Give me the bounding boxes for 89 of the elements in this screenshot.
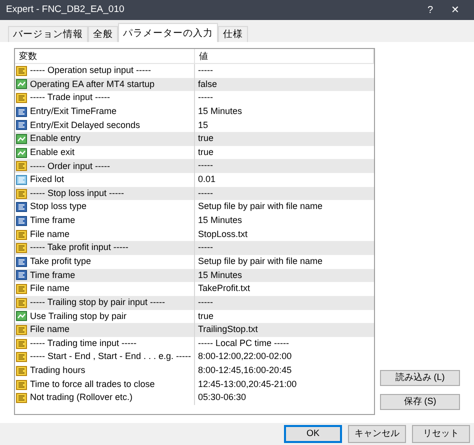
parameter-name: Time frame [30, 268, 76, 282]
string-type-icon [16, 66, 27, 76]
parameter-value[interactable]: ----- [198, 65, 213, 75]
parameter-name: ----- Order input ----- [30, 160, 110, 173]
parameter-value[interactable]: ----- [198, 296, 213, 307]
enum-type-icon [16, 270, 27, 280]
parameter-value[interactable]: 15 [198, 120, 208, 130]
parameter-name: Trading hours [30, 364, 86, 378]
parameter-name: ----- Stop loss input ----- [30, 186, 124, 200]
parameter-name: File name [30, 282, 70, 296]
parameter-name: Use Trailing stop by pair [30, 310, 127, 323]
parameter-value[interactable]: ----- [198, 92, 213, 102]
enum-type-icon [16, 106, 27, 117]
parameter-name: Time frame [30, 214, 76, 228]
window-title: Expert - FNC_DB2_EA_010 [6, 2, 126, 17]
dialog-button[interactable]: キャンセル [348, 425, 406, 443]
string-type-icon [16, 230, 27, 240]
tab[interactable]: 仕様 [218, 26, 248, 42]
parameter-name: ----- Start - End , Start - End . . . e.g. ----- [30, 350, 192, 364]
dialog-button[interactable]: OK [284, 425, 342, 443]
parameter-value[interactable]: ----- [198, 242, 213, 252]
parameter-name: ----- Trade input ----- [30, 91, 110, 104]
parameter-name: Time to force all trades to close [30, 378, 155, 391]
parameter-name: ----- Take profit input ----- [30, 241, 128, 254]
parameter-value[interactable]: true [198, 310, 214, 321]
string-type-icon [16, 161, 27, 172]
string-type-icon [16, 93, 27, 104]
parameter-value[interactable]: Setup file by pair with file name [198, 201, 323, 212]
string-type-icon [16, 243, 27, 254]
parameter-value[interactable]: ----- Local PC time ----- [198, 338, 289, 348]
enum-type-icon [16, 202, 27, 212]
string-type-icon [16, 393, 27, 404]
parameter-name: Entry/Exit Delayed seconds [30, 118, 140, 132]
bool-type-icon [16, 79, 27, 90]
parameter-value[interactable]: 8:00-12:45,16:00-20:45 [198, 365, 292, 376]
parameter-value[interactable]: 8:00-12:00,22:00-02:00 [198, 351, 292, 362]
string-type-icon [16, 366, 27, 376]
parameter-value[interactable]: ----- [198, 160, 213, 170]
tab[interactable]: バージョン情報 [8, 26, 88, 42]
dialog-button[interactable]: リセット [412, 425, 470, 443]
parameter-name: Take profit type [30, 254, 92, 268]
parameter-name: Fixed lot [30, 173, 64, 186]
column-header: 値 [195, 49, 374, 64]
parameter-value[interactable]: true [198, 133, 214, 144]
parameter-value[interactable]: 12:45-13:00,20:45-21:00 [198, 378, 297, 389]
bool-type-icon [16, 148, 27, 158]
parameter-name: File name [30, 228, 70, 241]
parameter-value[interactable]: 15 Minutes [198, 215, 242, 226]
load-button[interactable]: 読み込み (L) [380, 370, 460, 386]
tab[interactable]: 全般 [88, 26, 118, 42]
tab[interactable]: パラメーターの入力 [118, 23, 218, 42]
close-button[interactable]: ✕ [442, 2, 468, 18]
parameter-name: ----- Operation setup input ----- [30, 64, 152, 78]
column-header: 変数 [15, 49, 195, 64]
parameter-value[interactable]: 15 Minutes [198, 106, 242, 116]
parameter-value[interactable]: Setup file by pair with file name [198, 256, 323, 266]
parameter-value[interactable]: 15 Minutes [198, 270, 242, 280]
help-button[interactable]: ? [418, 2, 442, 18]
parameter-value[interactable]: StopLoss.txt [198, 228, 248, 239]
string-type-icon [16, 338, 27, 349]
parameter-value[interactable]: false [198, 78, 218, 89]
parameter-name: Enable entry [30, 132, 81, 146]
parameter-name: Entry/Exit TimeFrame [30, 104, 117, 118]
bool-type-icon [16, 134, 27, 144]
string-type-icon [16, 380, 27, 390]
string-type-icon [16, 188, 27, 199]
string-type-icon [16, 298, 27, 308]
enum-type-icon [16, 256, 27, 267]
save-button[interactable]: 保存 (S) [380, 394, 460, 410]
enum-type-icon [16, 216, 27, 226]
parameter-name: File name [30, 323, 70, 336]
parameter-name: ----- Trailing stop by pair input ----- [30, 296, 166, 309]
parameter-value[interactable]: ----- [198, 188, 213, 198]
parameter-value[interactable]: true [198, 146, 214, 157]
parameter-name: Not trading (Rollover etc.) [30, 391, 133, 404]
parameter-value[interactable]: TakeProfit.txt [198, 283, 250, 294]
double-type-icon [16, 174, 27, 185]
parameter-name: Enable exit [30, 146, 75, 159]
enum-type-icon [16, 120, 27, 130]
parameter-value[interactable]: 0.01 [198, 174, 216, 184]
string-type-icon [16, 324, 27, 335]
parameter-value[interactable]: TrailingStop.txt [198, 324, 258, 334]
string-type-icon [16, 284, 27, 294]
parameter-name: ----- Trading time input ----- [30, 336, 137, 350]
parameter-value[interactable]: 05:30-06:30 [198, 392, 246, 402]
parameter-name: Operating EA after MT4 startup [30, 78, 155, 91]
bool-type-icon [16, 311, 27, 322]
parameter-name: Stop loss type [30, 200, 87, 214]
string-type-icon [16, 352, 27, 362]
